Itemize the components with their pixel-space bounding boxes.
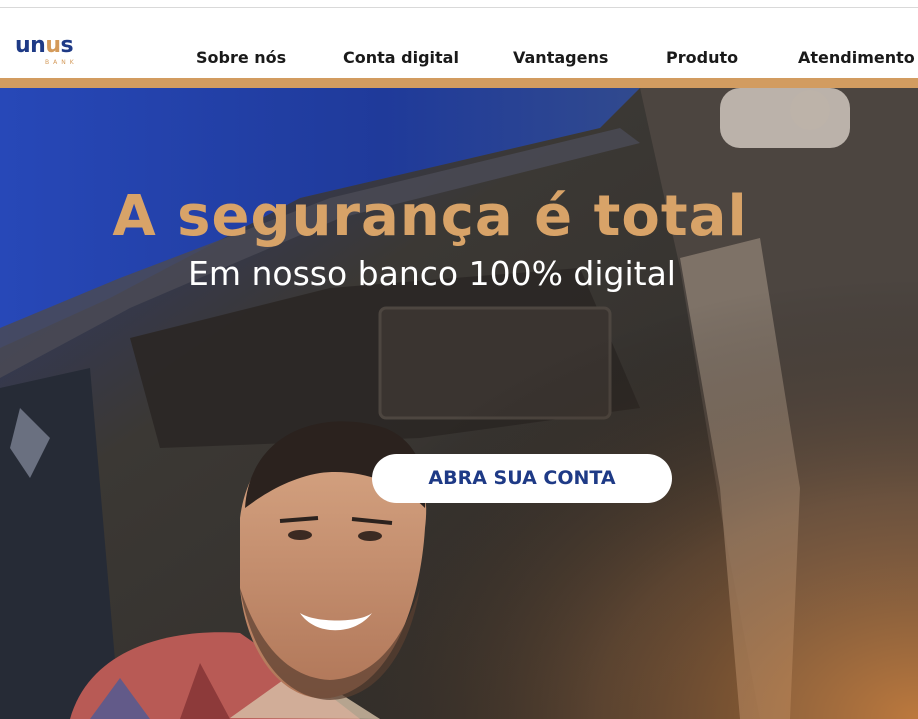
nav-item-sobre-nos[interactable]: Sobre nós: [196, 47, 286, 69]
site-header: unus BANK Sobre nós Conta digital Vantag…: [0, 8, 918, 78]
nav-item-vantagens[interactable]: Vantagens: [513, 47, 608, 69]
hero-subtitle: Em nosso banco 100% digital: [188, 254, 676, 293]
hero-title: A segurança é total: [112, 184, 748, 249]
header-accent-bar: [0, 78, 918, 88]
open-account-button[interactable]: ABRA SUA CONTA: [372, 454, 672, 503]
nav-item-produto[interactable]: Produto: [666, 47, 738, 69]
main-nav: Sobre nós Conta digital Vantagens Produt…: [0, 47, 918, 69]
nav-item-atendimento[interactable]: Atendimento: [798, 47, 915, 69]
nav-item-conta-digital[interactable]: Conta digital: [343, 47, 459, 69]
hero-banner: A segurança é total Em nosso banco 100% …: [0, 88, 918, 719]
